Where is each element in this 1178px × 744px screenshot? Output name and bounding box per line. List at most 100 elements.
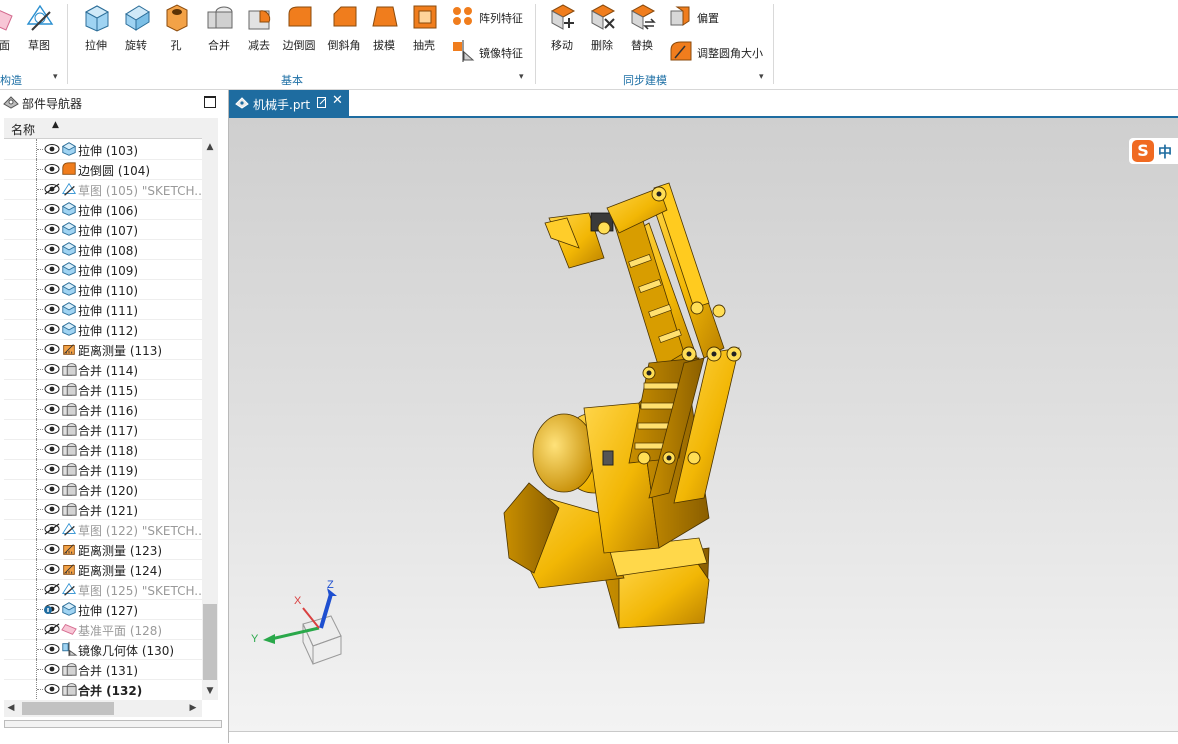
tree-row[interactable]: 拉伸 (107) — [4, 219, 202, 240]
visibility-eye-icon[interactable] — [44, 223, 60, 235]
tree-row[interactable]: 合并 (117) — [4, 419, 202, 440]
tree-row[interactable]: 距离测量 (123) — [4, 539, 202, 560]
tree-row[interactable]: 距离测量 (124) — [4, 559, 202, 580]
replace-face-button[interactable]: 替换 — [621, 0, 663, 60]
tree-row[interactable]: 合并 (119) — [4, 459, 202, 480]
replace-face-icon — [630, 4, 656, 30]
tree-row[interactable]: 合并 (131) — [4, 659, 202, 680]
tree-row[interactable]: 距离测量 (113) — [4, 339, 202, 360]
robot-arm-model[interactable] — [229, 118, 1178, 731]
feature-label: 拉伸 (107) — [78, 224, 139, 238]
scroll-left-icon[interactable]: ◀ — [4, 700, 18, 717]
construct-group-dropdown[interactable]: ▾ — [53, 72, 58, 82]
sketch-button[interactable]: 草图 — [18, 0, 60, 60]
tree-row[interactable]: 拉伸 (127) — [4, 599, 202, 620]
feature-label: 拉伸 (110) — [78, 284, 139, 298]
delete-face-icon — [590, 4, 616, 30]
visibility-eye-icon[interactable] — [44, 503, 60, 515]
hidden-eye-icon[interactable] — [44, 523, 60, 535]
visibility-eye-icon[interactable] — [44, 303, 60, 315]
graphics-window[interactable]: X Y Z S 中 — [229, 118, 1178, 731]
tree-row[interactable]: 合并 (118) — [4, 439, 202, 460]
unite-feature-icon — [62, 483, 77, 496]
visibility-eye-icon[interactable] — [44, 663, 60, 675]
extrude-feature-icon — [61, 322, 77, 336]
visibility-eye-icon[interactable] — [44, 463, 60, 475]
tree-row[interactable]: 草图 (105) "SKETCH... — [4, 179, 202, 200]
hidden-eye-icon[interactable] — [44, 183, 60, 195]
scroll-down-icon[interactable]: ▼ — [202, 682, 218, 700]
column-header-name[interactable]: 名称 ▲ — [4, 118, 202, 139]
ribbon: 平面 草图 构造 ▾ 拉伸 旋转 孔 合并 减去 边倒圆 倒斜角 拔模 抽壳 — [0, 0, 1178, 90]
visibility-eye-icon[interactable] — [44, 383, 60, 395]
visibility-eye-icon[interactable] — [44, 563, 60, 575]
ime-toolbar[interactable]: S 中 — [1129, 138, 1178, 164]
visibility-eye-icon[interactable] — [44, 143, 60, 155]
visibility-eye-icon[interactable] — [44, 203, 60, 215]
extrude-feature-icon — [61, 142, 77, 156]
basic-group-dropdown[interactable]: ▾ — [519, 72, 524, 82]
part-navigator: 部件导航器 名称 ▲ 拉伸 (103) 边倒圆 (104) 草图 (105) "SK… — [0, 90, 229, 743]
feature-label: 合并 (116) — [78, 404, 139, 418]
scroll-up-icon[interactable]: ▲ — [202, 138, 218, 156]
view-triad[interactable]: X Y Z — [241, 576, 351, 666]
construct-group-label: 构造 — [0, 74, 22, 87]
extrude-feature-icon — [61, 602, 77, 616]
tree-row[interactable]: 拉伸 (109) — [4, 259, 202, 280]
hscroll-thumb[interactable] — [22, 702, 114, 715]
navigator-details-panel — [4, 720, 222, 728]
visibility-eye-icon[interactable] — [44, 163, 60, 175]
sync-group-dropdown[interactable]: ▾ — [759, 72, 764, 82]
visibility-eye-icon[interactable] — [44, 643, 60, 655]
scroll-right-icon[interactable]: ▶ — [186, 700, 200, 717]
visibility-eye-icon[interactable] — [44, 363, 60, 375]
tree-row[interactable]: 拉伸 (112) — [4, 319, 202, 340]
tree-row[interactable]: 合并 (120) — [4, 479, 202, 500]
visibility-eye-icon[interactable] — [44, 263, 60, 275]
tree-row[interactable]: 镜像几何体 (130) — [4, 639, 202, 660]
tree-row[interactable]: 合并 (121) — [4, 499, 202, 520]
tree-row[interactable]: 基准平面 (128) — [4, 619, 202, 640]
close-tab-icon[interactable]: ✕ — [332, 93, 343, 108]
visibility-eye-icon[interactable] — [44, 423, 60, 435]
unite-icon — [207, 6, 233, 29]
visibility-eye-icon[interactable] — [44, 323, 60, 335]
visibility-eye-icon[interactable] — [44, 603, 60, 615]
tab-part-file[interactable]: 机械手.prt ✕ — [229, 90, 349, 116]
tree-row[interactable]: 草图 (125) "SKETCH... — [4, 579, 202, 600]
visibility-eye-icon[interactable] — [44, 683, 60, 695]
feature-label: 边倒圆 (104) — [78, 164, 151, 178]
visibility-eye-icon[interactable] — [44, 243, 60, 255]
visibility-eye-icon[interactable] — [44, 443, 60, 455]
hidden-eye-icon[interactable] — [44, 623, 60, 635]
scroll-thumb[interactable] — [203, 604, 217, 680]
visibility-eye-icon[interactable] — [44, 343, 60, 355]
tree-row[interactable]: 合并 (132) — [4, 679, 202, 699]
hole-button[interactable]: 孔 — [155, 0, 197, 60]
visibility-eye-icon[interactable] — [44, 543, 60, 555]
tree-row[interactable]: 拉伸 (111) — [4, 299, 202, 320]
tree-row[interactable]: 合并 (114) — [4, 359, 202, 380]
vertical-scrollbar[interactable]: ▲ ▼ — [202, 118, 218, 700]
chamfer-icon — [333, 6, 357, 27]
tree-row[interactable]: 拉伸 (103) — [4, 139, 202, 160]
visibility-eye-icon[interactable] — [44, 403, 60, 415]
tree-row[interactable]: 草图 (122) "SKETCH... — [4, 519, 202, 540]
z-axis-icon — [319, 593, 333, 629]
tree-row[interactable]: 拉伸 (108) — [4, 239, 202, 260]
visibility-eye-icon[interactable] — [44, 283, 60, 295]
tree-row[interactable]: 合并 (116) — [4, 399, 202, 420]
edge-blend-button[interactable]: 边倒圆 — [278, 0, 320, 60]
ime-mode-indicator[interactable]: 中 — [1158, 142, 1172, 162]
tree-row[interactable]: 合并 (115) — [4, 379, 202, 400]
part-navigator-icon — [3, 96, 19, 109]
maximize-icon[interactable] — [204, 96, 216, 108]
horizontal-scrollbar[interactable]: ◀ ▶ — [4, 700, 202, 717]
shell-button[interactable]: 抽壳 — [403, 0, 445, 60]
visibility-eye-icon[interactable] — [44, 483, 60, 495]
hidden-eye-icon[interactable] — [44, 583, 60, 595]
tree-row[interactable]: 拉伸 (106) — [4, 199, 202, 220]
tree-row[interactable]: 边倒圆 (104) — [4, 159, 202, 180]
tree-row[interactable]: 拉伸 (110) — [4, 279, 202, 300]
measure-feature-icon — [63, 564, 75, 575]
